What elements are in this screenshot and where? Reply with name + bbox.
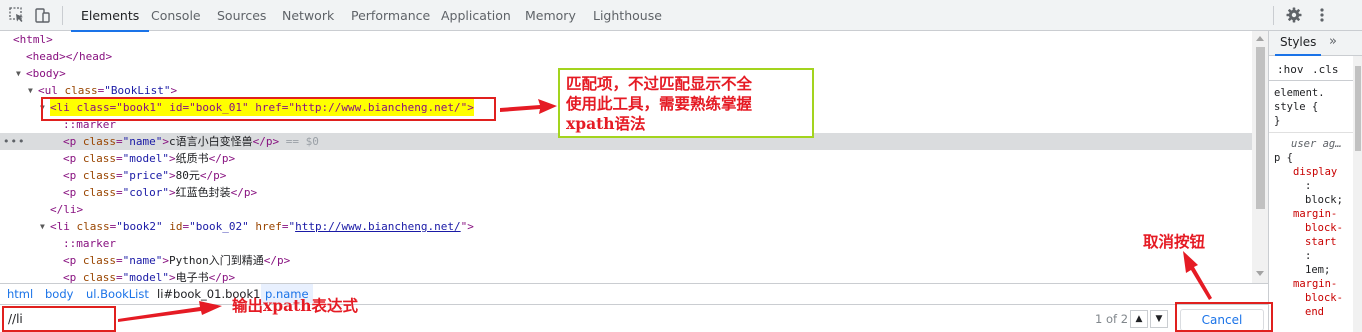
callout-box: 匹配项，不过匹配显示不全 使用此工具，需要熟练掌握 xpath语法 <box>558 68 814 138</box>
arrow-cancel-label <box>1183 251 1212 300</box>
callout-line: 使用此工具，需要熟练掌握 <box>566 94 753 113</box>
arrow-output-label <box>118 301 222 322</box>
cancel-button-label: 取消按钮 <box>1143 232 1206 251</box>
callout-line: xpath语法 <box>566 114 646 133</box>
arrow-to-callout <box>500 99 557 114</box>
annotation-arrows <box>118 99 1212 322</box>
output-xpath-label: 输出xpath表达式 <box>232 296 359 315</box>
callout-line: 匹配项，不过匹配显示不全 <box>566 74 753 93</box>
